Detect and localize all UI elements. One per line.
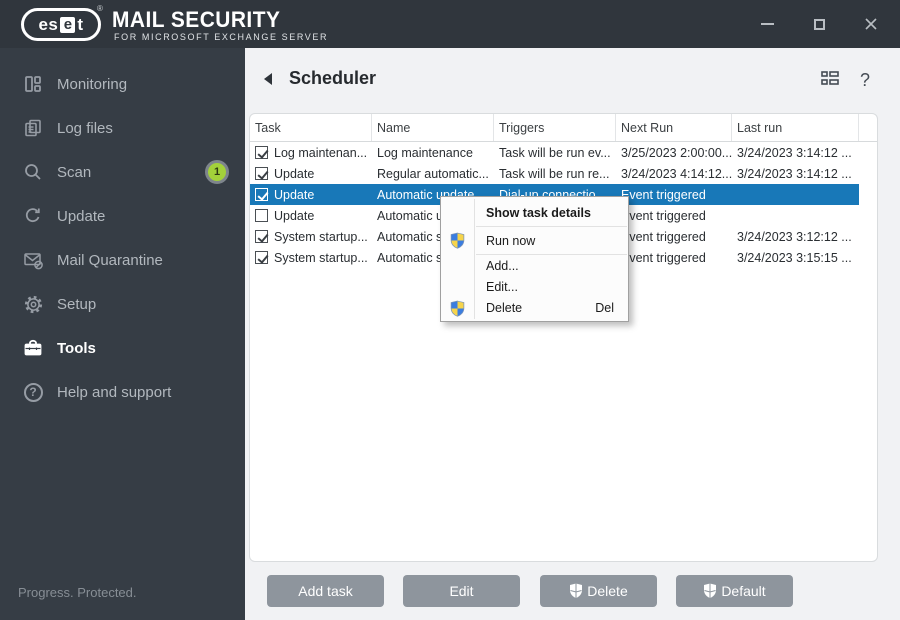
sidebar-item-label: Tools bbox=[57, 339, 96, 357]
table-header-row: Task Name Triggers Next Run Last run bbox=[250, 114, 877, 142]
back-button[interactable] bbox=[262, 72, 278, 88]
admin-shield-icon bbox=[569, 583, 583, 599]
scan-icon bbox=[22, 161, 44, 183]
default-button[interactable]: Default bbox=[676, 575, 793, 607]
sidebar-item-mail-quarantine[interactable]: Mail Quarantine bbox=[0, 238, 245, 282]
menu-item-show-task-details[interactable]: Show task details bbox=[441, 199, 628, 226]
update-icon bbox=[22, 205, 44, 227]
task-cell: Update bbox=[274, 187, 315, 202]
sidebar-item-scan[interactable]: Scan 1 bbox=[0, 150, 245, 194]
next-run-cell: 3/25/2023 2:00:00... bbox=[621, 145, 732, 160]
next-run-cell: Event triggered bbox=[621, 208, 706, 223]
sidebar-item-setup[interactable]: Setup bbox=[0, 282, 245, 326]
menu-item-delete[interactable]: Delete Del bbox=[441, 297, 628, 319]
sidebar-item-label: Scan bbox=[57, 163, 92, 181]
sidebar: Monitoring Log files Scan 1 Update Mail … bbox=[0, 48, 245, 620]
triggers-cell: Task will be run ev... bbox=[499, 145, 611, 160]
admin-shield-icon bbox=[703, 583, 717, 599]
delete-button[interactable]: Delete bbox=[540, 575, 657, 607]
sidebar-item-label: Monitoring bbox=[57, 75, 128, 93]
uac-shield-icon bbox=[449, 300, 466, 317]
column-header-last-run[interactable]: Last run bbox=[732, 114, 859, 141]
badge-number: 1 bbox=[213, 166, 221, 178]
sidebar-item-tools[interactable]: Tools bbox=[0, 326, 245, 370]
product-name: MAIL SECURITY bbox=[112, 7, 281, 32]
task-checkbox[interactable] bbox=[255, 251, 268, 264]
eset-tagline: Progress. Protected. bbox=[18, 585, 137, 600]
last-run-cell: 3/24/2023 3:14:12 ... bbox=[737, 166, 852, 181]
task-checkbox[interactable] bbox=[255, 209, 268, 222]
table-row[interactable]: Update Regular automatic... Task will be… bbox=[250, 163, 859, 184]
task-cell: System startup... bbox=[274, 229, 368, 244]
table-row[interactable]: Log maintenan... Log maintenance Task wi… bbox=[250, 142, 859, 163]
window-controls bbox=[756, 0, 882, 48]
sidebar-item-label: Log files bbox=[57, 119, 113, 137]
header-icons: ? bbox=[820, 69, 876, 92]
last-run-cell: 3/24/2023 3:14:12 ... bbox=[737, 145, 852, 160]
sidebar-item-label: Mail Quarantine bbox=[57, 251, 163, 269]
name-cell: Regular automatic... bbox=[377, 166, 489, 181]
help-icon: ? bbox=[22, 381, 44, 403]
task-cell: System startup... bbox=[274, 250, 368, 265]
task-cell: Update bbox=[274, 208, 315, 223]
task-checkbox[interactable] bbox=[255, 230, 268, 243]
task-checkbox[interactable] bbox=[255, 146, 268, 159]
menu-item-edit[interactable]: Edit... bbox=[441, 276, 628, 297]
page-title: Scheduler bbox=[289, 68, 377, 88]
setup-gear-icon bbox=[22, 293, 44, 315]
column-header-next-run[interactable]: Next Run bbox=[616, 114, 732, 141]
sidebar-item-help-and-support[interactable]: ? Help and support bbox=[0, 370, 245, 414]
sidebar-item-monitoring[interactable]: Monitoring bbox=[0, 62, 245, 106]
scan-count-badge: 1 bbox=[205, 160, 229, 184]
sidebar-item-update[interactable]: Update bbox=[0, 194, 245, 238]
column-header-triggers[interactable]: Triggers bbox=[494, 114, 616, 141]
menu-shortcut: Del bbox=[595, 301, 614, 315]
add-task-button[interactable]: Add task bbox=[267, 575, 384, 607]
logo-text: t bbox=[77, 14, 84, 34]
task-cell: Log maintenan... bbox=[274, 145, 368, 160]
scheduler-task-table: Task Name Triggers Next Run Last run Log… bbox=[249, 113, 878, 562]
log-files-icon bbox=[22, 117, 44, 139]
column-header-task[interactable]: Task bbox=[250, 114, 372, 141]
eset-logo: es e t bbox=[21, 8, 101, 41]
next-run-cell: Event triggered bbox=[621, 250, 706, 265]
maximize-icon[interactable] bbox=[808, 13, 830, 35]
mail-quarantine-icon bbox=[22, 249, 44, 271]
last-run-cell: 3/24/2023 3:12:12 ... bbox=[737, 229, 852, 244]
next-run-cell: Event triggered bbox=[621, 187, 706, 202]
tools-icon bbox=[22, 337, 44, 359]
triggers-cell: Task will be run re... bbox=[499, 166, 610, 181]
sidebar-item-label: Help and support bbox=[57, 383, 172, 401]
uac-shield-icon bbox=[449, 232, 466, 249]
edit-button[interactable]: Edit bbox=[403, 575, 520, 607]
next-run-cell: 3/24/2023 4:14:12... bbox=[621, 166, 732, 181]
context-menu: Show task details Run now Add... Edit... bbox=[440, 196, 629, 322]
next-run-cell: Event triggered bbox=[621, 229, 706, 244]
task-checkbox[interactable] bbox=[255, 188, 268, 201]
registered-trademark: ® bbox=[97, 4, 103, 13]
menu-item-add[interactable]: Add... bbox=[441, 255, 628, 276]
logo-text-boxed: e bbox=[60, 16, 76, 33]
logo-text: es bbox=[38, 14, 59, 34]
menu-item-run-now[interactable]: Run now bbox=[441, 227, 628, 254]
monitoring-icon bbox=[22, 73, 44, 95]
task-checkbox[interactable] bbox=[255, 167, 268, 180]
last-run-cell: 3/24/2023 3:15:15 ... bbox=[737, 250, 852, 265]
product-subtitle: FOR MICROSOFT EXCHANGE SERVER bbox=[114, 32, 329, 42]
view-options-icon[interactable] bbox=[820, 69, 840, 92]
task-cell: Update bbox=[274, 166, 315, 181]
sidebar-item-log-files[interactable]: Log files bbox=[0, 106, 245, 150]
name-cell: Log maintenance bbox=[377, 145, 473, 160]
column-header-name[interactable]: Name bbox=[372, 114, 494, 141]
minimize-icon[interactable] bbox=[756, 13, 778, 35]
help-question-icon[interactable]: ? bbox=[860, 70, 870, 91]
sidebar-item-label: Setup bbox=[57, 295, 97, 313]
sidebar-item-label: Update bbox=[57, 207, 106, 225]
close-icon[interactable] bbox=[860, 13, 882, 35]
titlebar: es e t ® MAIL SECURITY FOR MICROSOFT EXC… bbox=[0, 0, 900, 48]
